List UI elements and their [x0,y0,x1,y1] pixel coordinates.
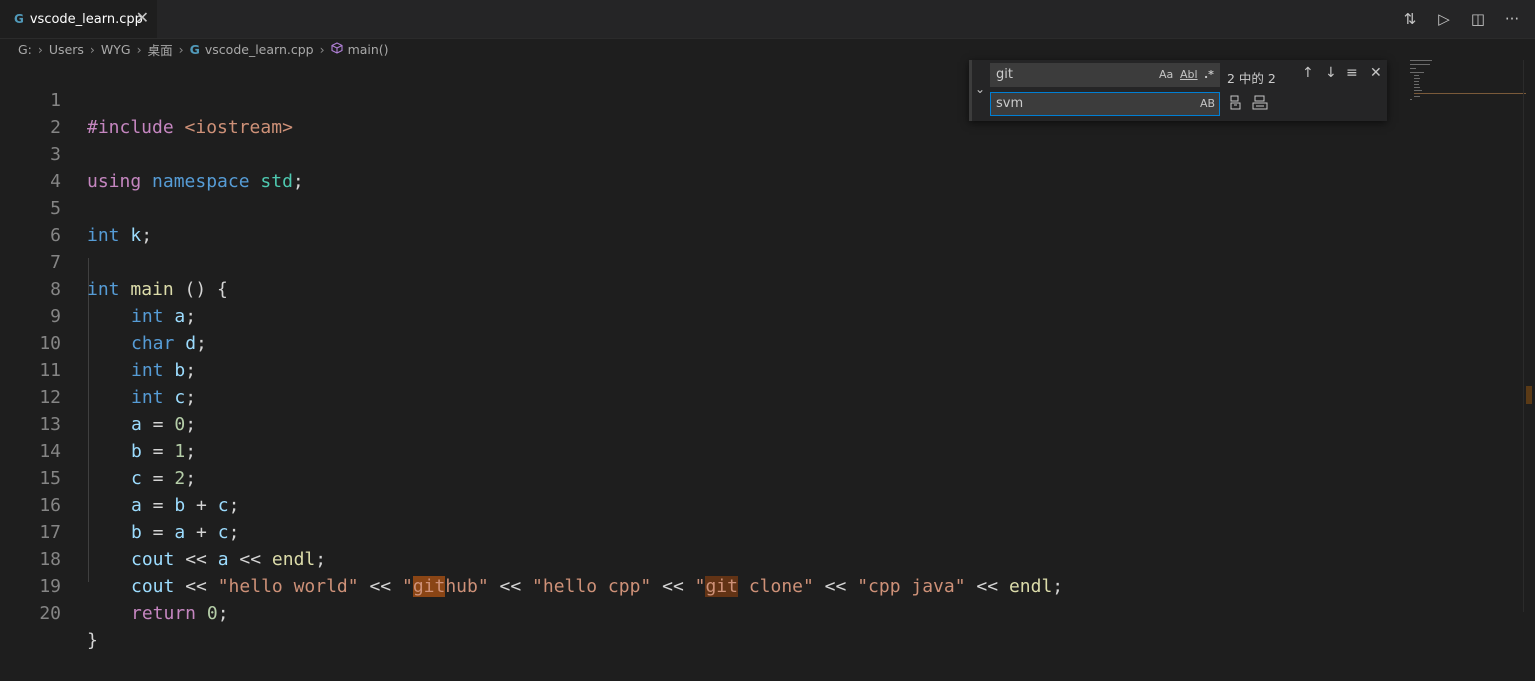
match-count: 2 中的 2 [1227,71,1276,86]
chevron-right-icon: › [319,41,325,57]
find-input[interactable]: git Aa Abl .* [990,63,1220,87]
token: return [131,603,197,624]
compare-changes-icon[interactable]: ⇅ [1401,10,1419,28]
code-line[interactable]: 17 cout << a << endl; [0,492,1400,570]
editor-actions: ⇅ ▷ ◫ ··· [1401,10,1521,28]
code-line[interactable]: 12 a = 0; [0,357,1400,435]
chevron-right-icon: › [136,41,142,57]
code-line[interactable]: 19 return 0; [0,546,1400,624]
chevron-right-icon: › [89,41,95,57]
split-editor-icon[interactable]: ◫ [1469,10,1487,28]
cpp-file-icon: G [189,41,200,57]
match-case-icon[interactable]: Aa [1159,64,1173,86]
use-regex-icon[interactable]: .* [1204,64,1214,86]
chevron-right-icon: › [178,41,184,57]
next-match-icon[interactable]: ↓ [1325,65,1337,81]
code-line[interactable]: 10 int b; [0,303,1400,381]
code-line[interactable]: 14 c = 2; [0,411,1400,489]
cpp-file-icon: G [14,12,24,26]
scrollbar-match-marker [1526,386,1532,404]
close-icon[interactable]: ✕ [136,10,149,26]
code-editor[interactable]: 1 #include <iostream> 2 3 using namespac… [0,60,1535,651]
code-line[interactable]: 5 int k; [0,168,1400,246]
breadcrumb-desktop[interactable]: 桌面 [148,40,173,59]
close-icon[interactable]: ✕ [1370,65,1382,81]
more-actions-icon[interactable]: ··· [1503,10,1521,28]
run-icon[interactable]: ▷ [1435,10,1453,28]
replace-input[interactable]: svm AB [990,92,1220,116]
find-input-value: git [996,67,1013,82]
preserve-case-icon[interactable]: AB [1200,93,1215,115]
replace-input-value: svm [996,96,1024,111]
match-whole-word-icon[interactable]: Abl [1180,64,1198,86]
chevron-right-icon: › [37,41,43,57]
vertical-scrollbar[interactable] [1523,60,1535,612]
code-line[interactable]: 7 int main () { [0,222,1400,300]
code-line[interactable]: 4 [0,141,1400,192]
code-line[interactable]: 9 char d; [0,276,1400,354]
token: } [87,630,98,651]
editor-tab-bar: G vscode_learn.cpp ✕ ⇅ ▷ ◫ ··· [0,0,1535,39]
breadcrumb-drive[interactable]: G: [18,42,32,57]
code-line[interactable]: 16 b = a + c; [0,465,1400,543]
editor-tab-vscode-learn[interactable]: G vscode_learn.cpp ✕ [0,0,157,38]
breadcrumb-user[interactable]: WYG [101,42,131,57]
code-line[interactable]: 8 int a; [0,249,1400,327]
find-replace-widget: ⌄ git Aa Abl .* 2 中的 2 ↑ ↓ ≡ ✕ svm AB [969,60,1387,121]
token: 0 [206,603,218,624]
previous-match-icon[interactable]: ↑ [1302,65,1314,81]
breadcrumb-file[interactable]: vscode_learn.cpp [205,42,314,57]
minimap[interactable] [1408,60,1526,110]
code-line[interactable]: 15 a = b + c; [0,438,1400,516]
toggle-replace-chevron-icon[interactable]: ⌄ [975,82,985,96]
replace-all-icon[interactable] [1252,95,1268,114]
find-in-selection-icon[interactable]: ≡ [1346,65,1358,81]
tab-title: vscode_learn.cpp [29,11,143,27]
code-line[interactable]: 6 [0,195,1400,246]
code-line[interactable]: 13 b = 1; [0,384,1400,462]
code-line[interactable]: 11 int c; [0,330,1400,408]
line-number: 20 [39,603,61,624]
method-cube-icon [331,41,343,57]
replace-one-icon[interactable] [1229,95,1242,114]
code-line[interactable]: 18 cout << "hello world" << "github" << … [0,519,1400,597]
breadcrumb-users[interactable]: Users [49,42,84,57]
code-line[interactable]: 20 } [0,573,1400,651]
breadcrumb: G: › Users › WYG › 桌面 › G vscode_learn.c… [0,38,1535,60]
token: ; [217,603,229,624]
breadcrumb-symbol[interactable]: main() [348,42,389,57]
